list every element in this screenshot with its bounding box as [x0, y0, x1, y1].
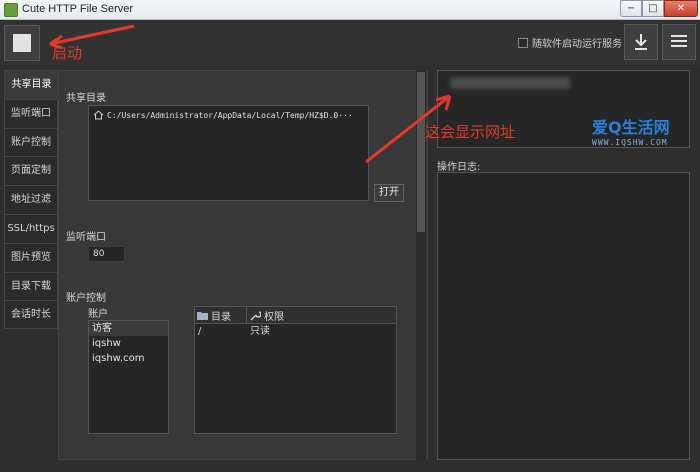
share-dir-list[interactable]: C:/Users/Administrator/AppData/Local/Tem… [88, 105, 369, 201]
table-row[interactable]: / 只读 [195, 324, 396, 340]
open-dir-button[interactable]: 打开 [374, 184, 404, 202]
watermark-subtitle: WWW.IQSHW.COM [592, 138, 668, 147]
autorun-checkbox[interactable] [518, 37, 528, 48]
account-list[interactable]: 访客 iqshw iqshw.com [88, 320, 169, 434]
account-list-label: 账户 [88, 309, 108, 320]
sidebar-item-account-control[interactable]: 账户控制 [4, 127, 58, 157]
column-header-perm[interactable]: 权限 [247, 307, 396, 323]
table-cell-perm: 只读 [250, 326, 270, 337]
home-icon [93, 110, 104, 120]
download-button[interactable] [624, 24, 658, 60]
watermark-title: 爱Q生活网 [592, 118, 670, 137]
column-perm-label: 权限 [264, 311, 284, 323]
annotation-url: 这会显示网址 [425, 123, 516, 141]
share-dir-label: 共享目录 [66, 93, 106, 104]
account-control-label: 账户控制 [66, 293, 106, 304]
permission-table-header: 目录 权限 [195, 307, 396, 324]
list-item[interactable]: iqshw.com [89, 351, 168, 366]
sidebar-item-share-dir[interactable]: 共享目录 [4, 70, 58, 99]
column-header-dir[interactable]: 目录 [195, 307, 247, 323]
minimize-button[interactable]: − [620, 0, 642, 17]
sidebar-item-image-preview[interactable]: 图片预览 [4, 242, 58, 272]
title-bar: Cute HTTP File Server − □ ✕ [0, 0, 700, 20]
table-cell-dir: / [198, 326, 202, 337]
autorun-label: 随软件启动运行服务 [532, 39, 622, 50]
window-title: Cute HTTP File Server [22, 3, 134, 15]
list-item[interactable]: 访客 [89, 321, 168, 336]
menu-button[interactable] [662, 24, 696, 60]
sidebar-item-dir-download[interactable]: 目录下载 [4, 271, 58, 301]
site-watermark: 爱Q生活网 WWW.IQSHW.COM [592, 114, 670, 147]
column-dir-label: 目录 [211, 311, 231, 323]
stop-square-icon [13, 34, 31, 52]
hamburger-menu-icon [671, 35, 687, 47]
share-dir-path[interactable]: C:/Users/Administrator/AppData/Local/Tem… [107, 111, 353, 120]
download-icon [635, 34, 647, 50]
log-panel[interactable] [437, 172, 690, 460]
close-button[interactable]: ✕ [664, 0, 698, 17]
log-label: 操作日志: [437, 162, 481, 173]
sidebar-item-page-custom[interactable]: 页面定制 [4, 156, 58, 186]
sidebar: 共享目录 监听端口 账户控制 页面定制 地址过滤 SSL/https 图片预览 … [4, 70, 58, 460]
url-text-blurred [450, 77, 570, 89]
autorun-checkbox-row[interactable]: 随软件启动运行服务 [518, 35, 622, 50]
sidebar-item-listen-port[interactable]: 监听端口 [4, 98, 58, 128]
toolbar: 随软件启动运行服务 [0, 21, 700, 65]
sidebar-item-session-duration[interactable]: 会话时长 [4, 300, 58, 330]
list-item[interactable]: iqshw [89, 336, 168, 351]
listen-port-label: 监听端口 [66, 232, 106, 243]
listen-port-input[interactable]: 80 [88, 246, 125, 262]
sidebar-item-address-filter[interactable]: 地址过滤 [4, 185, 58, 214]
wrench-icon [250, 310, 261, 321]
start-server-button[interactable] [4, 25, 40, 61]
sidebar-item-ssl[interactable]: SSL/https [4, 213, 58, 243]
folder-icon [197, 311, 208, 320]
app-icon [4, 3, 18, 17]
maximize-button[interactable]: □ [642, 0, 664, 17]
annotation-start: 启动 [52, 44, 83, 62]
scrollbar-thumb[interactable] [417, 72, 425, 232]
permission-table[interactable]: 目录 权限 / 只读 [194, 306, 397, 434]
